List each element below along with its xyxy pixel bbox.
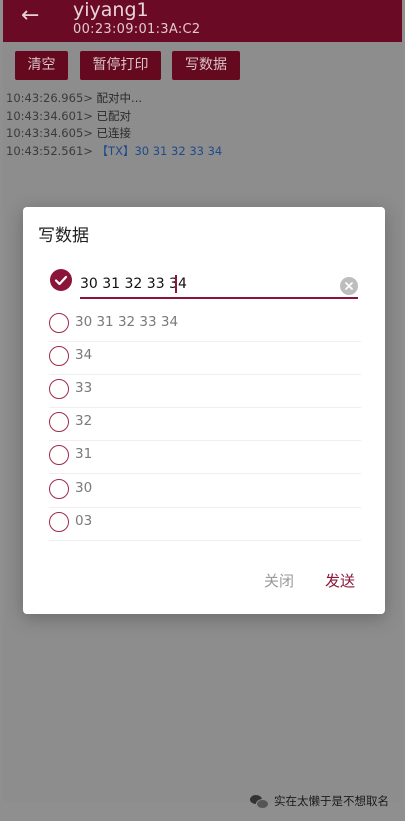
back-arrow-icon[interactable]: ← [21,4,39,28]
radio-icon[interactable] [49,412,69,432]
history-option[interactable]: 30 31 32 33 34 [49,308,361,342]
radio-icon[interactable] [49,479,69,499]
history-option[interactable]: 31 [49,440,361,474]
history-option[interactable]: 32 [49,407,361,441]
data-input[interactable] [80,273,330,295]
option-label: 34 [75,347,93,363]
history-option[interactable]: 03 [49,507,361,541]
clear-input-icon[interactable] [340,277,358,295]
option-label: 32 [75,413,93,429]
log-time: 10:43:26.965> [6,91,93,105]
log-line: 10:43:52.561> 【TX】30 31 32 33 34 [6,144,222,158]
log-text: 配对中... [96,91,143,105]
log-line: 10:43:34.601> 已配对 [6,109,131,123]
app-bar: ← yiyang1 00:23:09:01:3A:C2 [3,0,402,42]
option-label: 31 [75,446,93,462]
option-label: 30 [75,480,93,496]
watermark-text: 实在太懒于是不想取名 [274,794,389,808]
history-option[interactable]: 34 [49,341,361,375]
log-time: 10:43:34.605> [6,126,93,140]
pause-print-button[interactable]: 暂停打印 [80,51,161,80]
device-name: yiyang1 [73,0,149,21]
log-line: 10:43:34.605> 已连接 [6,126,131,140]
clear-button[interactable]: 清空 [15,51,68,80]
option-label: 30 31 32 33 34 [75,314,179,330]
option-label: 33 [75,380,93,396]
history-option[interactable]: 33 [49,374,361,408]
log-line: 10:43:26.965> 配对中... [6,91,142,105]
history-option[interactable]: 30 [49,474,361,508]
send-button[interactable]: 发送 [325,570,355,591]
log-time: 10:43:52.561> [6,144,93,158]
checked-radio-icon[interactable] [50,269,72,291]
device-address: 00:23:09:01:3A:C2 [73,22,201,37]
option-label: 03 [75,513,93,529]
text-cursor [175,275,177,293]
radio-icon[interactable] [49,379,69,399]
watermark: 实在太懒于是不想取名 [250,793,389,809]
radio-icon[interactable] [49,445,69,465]
log-text: 已连接 [96,126,132,140]
wechat-icon [250,794,269,809]
write-data-button[interactable]: 写数据 [172,51,240,80]
log-text: 【TX】30 31 32 33 34 [96,144,223,158]
radio-icon[interactable] [49,346,69,366]
radio-icon[interactable] [49,313,69,333]
log-time: 10:43:34.601> [6,109,93,123]
close-button[interactable]: 关闭 [264,570,294,591]
log-text: 已配对 [96,109,132,123]
write-data-dialog: 写数据 30 31 32 33 34 34 33 32 31 30 [23,207,385,614]
radio-icon[interactable] [49,512,69,532]
data-input-field[interactable] [80,273,358,299]
dialog-title: 写数据 [38,226,89,246]
